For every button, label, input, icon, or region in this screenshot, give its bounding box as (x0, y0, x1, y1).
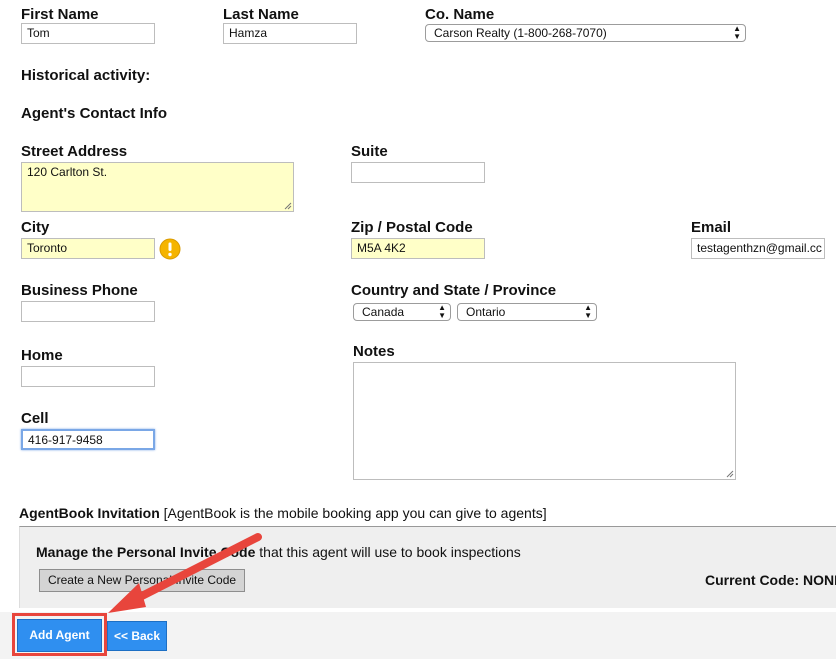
arrow-annotation (108, 533, 262, 613)
